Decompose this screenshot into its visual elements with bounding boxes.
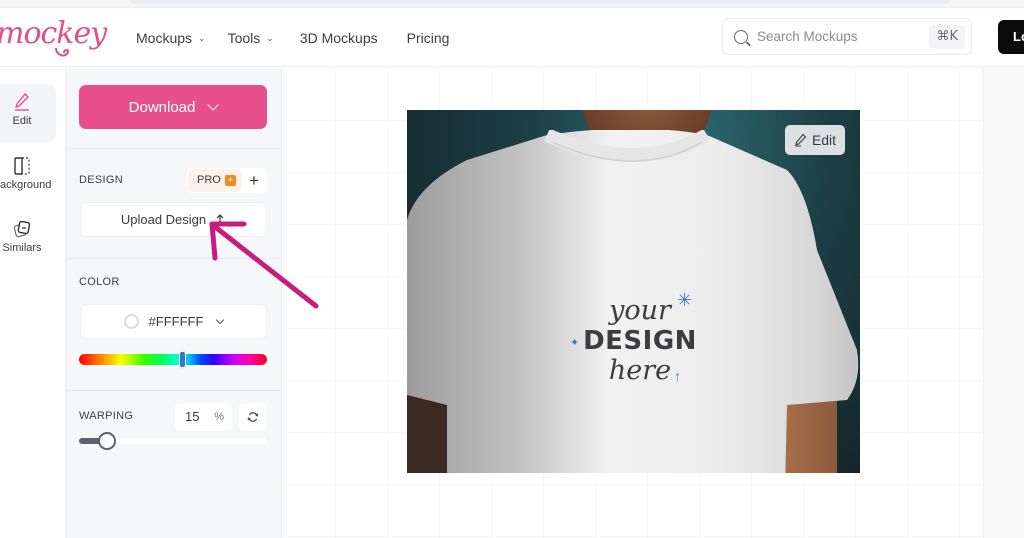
login-button[interactable]: Lo (998, 20, 1024, 54)
color-swatch (123, 314, 139, 329)
upload-icon (214, 213, 226, 226)
design-line-design: DESIGN (583, 326, 697, 356)
arrow-up-icon: ↑ (674, 368, 681, 384)
similars-icon (13, 220, 31, 238)
hue-slider-handle[interactable] (179, 351, 187, 368)
nav-mockups[interactable]: Mockups ⌄ (136, 30, 206, 46)
rail-similars-label: Similars (2, 242, 42, 254)
refresh-icon (247, 412, 258, 422)
edit-panel: Download DESIGN PRO + + Upload Design CO… (66, 68, 282, 538)
mockey-logo[interactable]: mockey (0, 16, 107, 57)
mockup-preview-image[interactable]: your DESIGN here ✳ ✦ ↑ (407, 110, 860, 473)
edit-mockup-label: Edit (811, 132, 837, 148)
nav-3d-mockups[interactable]: 3D Mockups (300, 30, 378, 46)
upload-design-label: Upload Design (120, 212, 207, 227)
color-section-label: COLOR (79, 276, 120, 288)
nav-3d-mockups-label: 3D Mockups (299, 30, 378, 46)
design-section-label: DESIGN (79, 174, 123, 186)
search-input[interactable] (757, 29, 917, 44)
nav-tools[interactable]: Tools ⌄ (228, 30, 274, 46)
right-sidebar (983, 68, 1024, 538)
nav-pricing[interactable]: Pricing (407, 30, 450, 46)
sparkle-icon: ✦ (570, 337, 580, 349)
sparkle-icon: ✳ (677, 290, 693, 310)
browser-top-strip (0, 0, 1024, 8)
rail-item-background[interactable]: Background (0, 148, 56, 206)
search-box[interactable]: ⌘K (722, 18, 972, 55)
pencil-icon (15, 93, 29, 111)
shortcut-badge: ⌘K (929, 25, 965, 49)
nav-pricing-label: Pricing (406, 30, 450, 46)
warping-value-input[interactable]: 15 % (175, 403, 232, 431)
background-icon (14, 157, 30, 175)
warping-value: 15 (185, 409, 200, 424)
color-value: #FFFFFF (148, 314, 204, 329)
hue-slider[interactable] (79, 351, 267, 368)
rail-edit-label: Edit (12, 115, 32, 127)
pro-crown-icon: + (225, 175, 236, 186)
warping-slider[interactable] (79, 432, 267, 450)
upload-design-button[interactable]: Upload Design (80, 202, 267, 237)
chevron-down-icon (207, 99, 220, 111)
edit-mockup-button[interactable]: Edit (785, 125, 845, 155)
tool-rail: Edit Background Similars (0, 68, 66, 538)
design-line-here: here (608, 355, 672, 386)
warping-unit: % (214, 411, 224, 423)
main-nav: Mockups ⌄ Tools ⌄ 3D Mockups Pricing (136, 30, 471, 46)
chevron-down-icon: ⌄ (198, 32, 206, 43)
top-strip-bar (130, 0, 950, 4)
search-icon (734, 29, 748, 44)
rail-background-label: Background (0, 179, 52, 191)
logo-swash-icon (55, 47, 70, 57)
reset-warping-button[interactable] (239, 403, 266, 431)
color-picker-dropdown[interactable]: #FFFFFF (80, 304, 267, 339)
chevron-down-icon: ⌄ (266, 32, 274, 43)
download-label: Download (128, 98, 196, 116)
pro-badge[interactable]: PRO + (188, 169, 242, 192)
design-actions: PRO + + (187, 168, 267, 193)
nav-tools-label: Tools (227, 30, 261, 46)
chevron-down-icon (216, 315, 225, 325)
rail-item-similars[interactable]: Similars (0, 211, 56, 269)
download-button[interactable]: Download (79, 85, 267, 129)
pencil-icon (794, 133, 807, 147)
nav-mockups-label: Mockups (136, 30, 193, 46)
pro-badge-label: PRO (197, 174, 221, 186)
rail-item-edit[interactable]: Edit (0, 84, 56, 142)
plus-icon[interactable]: + (249, 169, 259, 192)
top-header: mockey Mockups ⌄ Tools ⌄ 3D Mockups Pric… (0, 8, 1024, 67)
warping-section-label: WARPING (79, 410, 134, 422)
